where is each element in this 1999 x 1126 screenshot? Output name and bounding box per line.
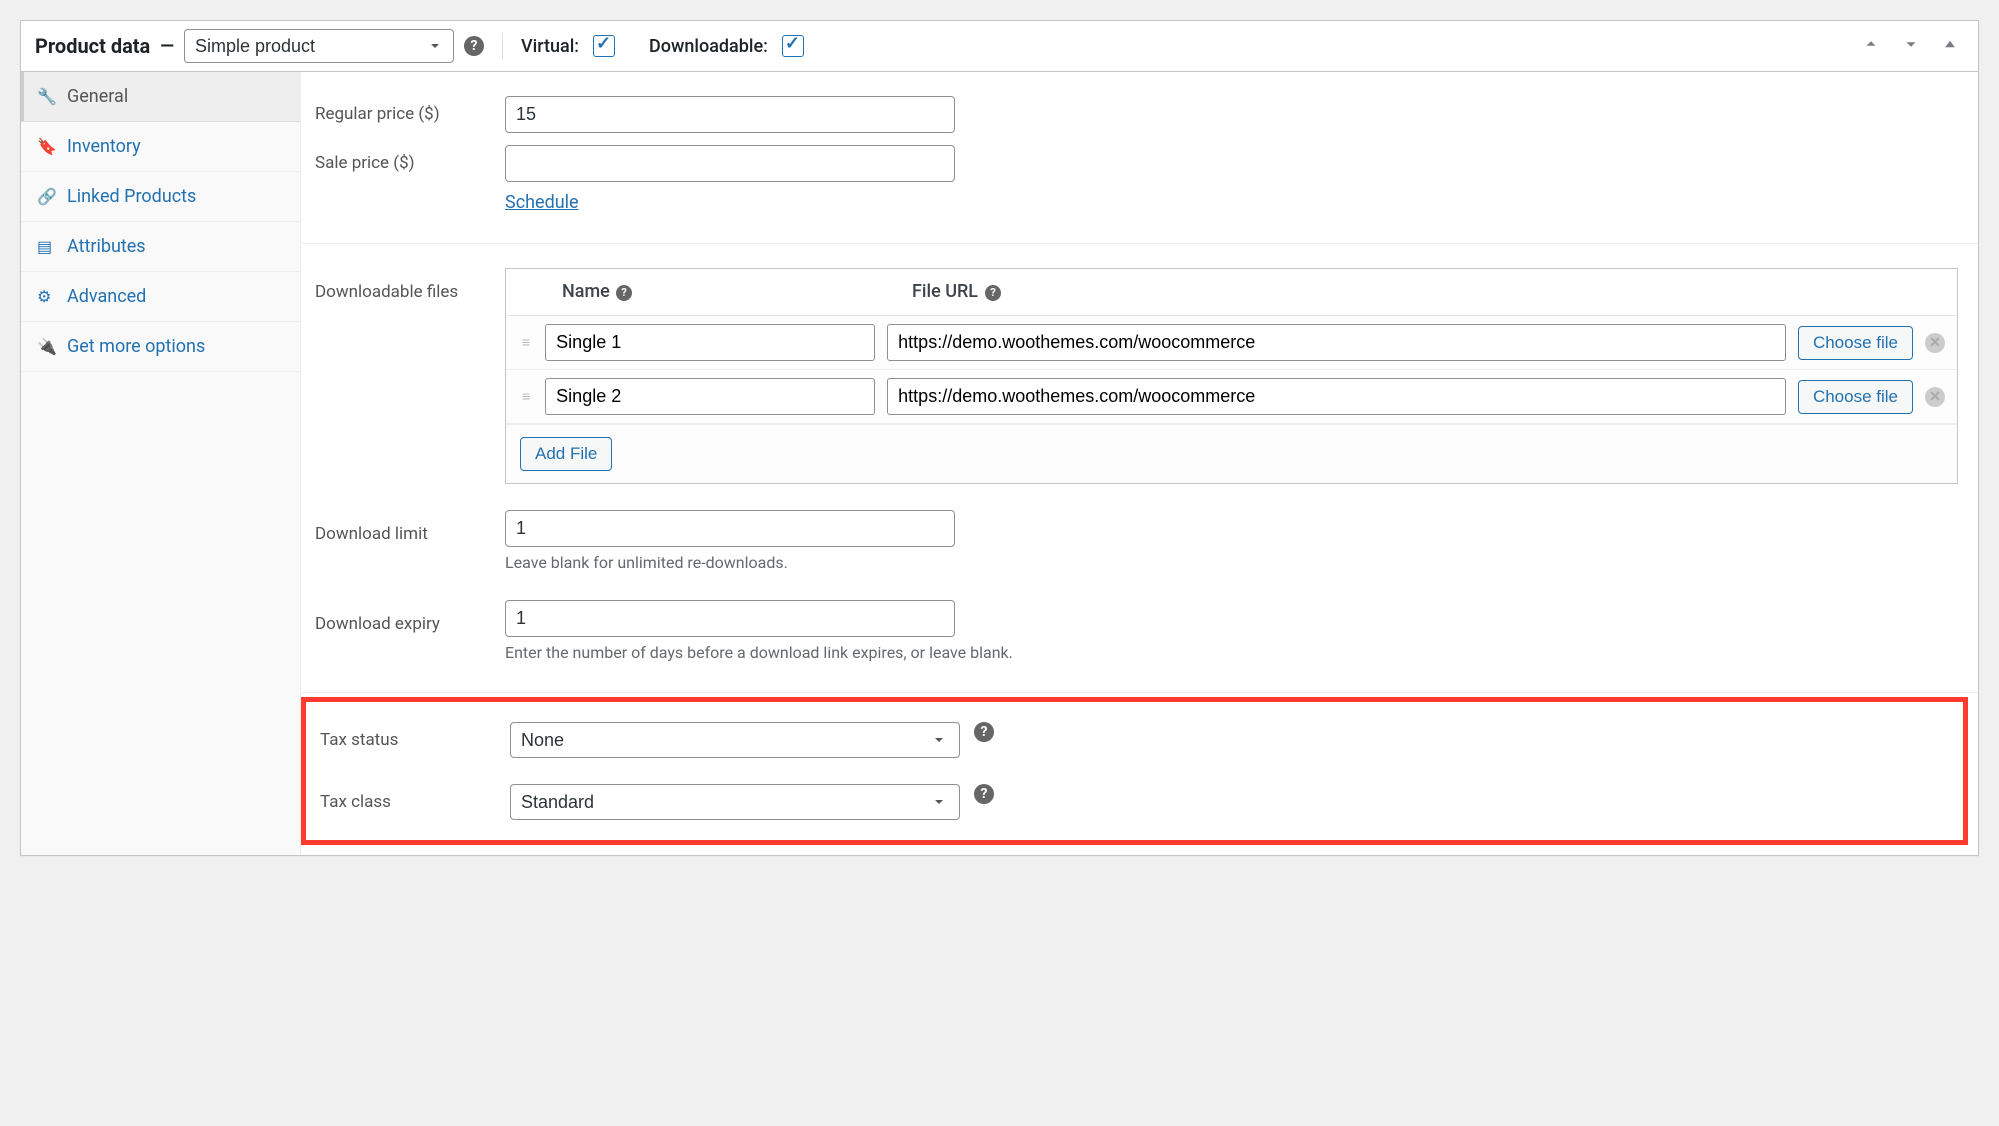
tax-class-label: Tax class (320, 784, 510, 812)
panel-title: Product data (35, 34, 150, 58)
tab-label: Inventory (67, 136, 141, 157)
plug-icon: 🔌 (37, 337, 55, 356)
panel-body: 🔧 General 🔖 Inventory 🔗 Linked Products … (21, 72, 1978, 855)
delete-row-icon[interactable]: ✕ (1925, 387, 1945, 407)
delete-row-icon[interactable]: ✕ (1925, 333, 1945, 353)
link-icon: 🔗 (37, 187, 55, 206)
metabox-header: Product data — Simple product ? Virtual:… (21, 21, 1978, 72)
download-expiry-hint: Enter the number of days before a downlo… (505, 643, 1013, 662)
help-icon[interactable]: ? (616, 285, 632, 301)
table-footer: Add File (506, 424, 1957, 483)
downloadable-files-table: Name ? File URL ? ≡ Choose file ✕ (505, 268, 1958, 484)
chevron-down-icon (1902, 35, 1920, 53)
tab-label: Advanced (67, 286, 146, 307)
gear-icon: ⚙ (37, 287, 55, 306)
tab-general[interactable]: 🔧 General (21, 72, 300, 122)
tax-class-row: Tax class Standard ? (306, 778, 1963, 826)
tab-get-more-options[interactable]: 🔌 Get more options (21, 322, 300, 372)
download-expiry-input[interactable] (505, 600, 955, 637)
download-limit-row: Download limit Leave blank for unlimited… (301, 504, 1978, 578)
product-data-metabox: Product data — Simple product ? Virtual:… (20, 20, 1979, 856)
help-icon[interactable]: ? (974, 784, 994, 804)
download-expiry-row: Download expiry Enter the number of days… (301, 594, 1978, 668)
table-header: Name ? File URL ? (506, 269, 1957, 316)
help-icon[interactable]: ? (464, 36, 484, 56)
tax-class-select[interactable]: Standard (510, 784, 960, 820)
regular-price-row: Regular price ($) (301, 90, 1978, 139)
tab-advanced[interactable]: ⚙ Advanced (21, 272, 300, 322)
move-up-button[interactable] (1856, 31, 1886, 62)
downloadable-label: Downloadable: (649, 36, 768, 57)
drag-handle-icon[interactable]: ≡ (516, 334, 545, 351)
product-type-select[interactable]: Simple product (184, 29, 454, 63)
tab-label: General (67, 86, 128, 107)
sale-price-input[interactable] (505, 145, 955, 182)
tax-status-label: Tax status (320, 722, 510, 750)
file-row: ≡ Choose file ✕ (506, 316, 1957, 370)
file-row: ≡ Choose file ✕ (506, 370, 1957, 424)
col-url-header: File URL (912, 281, 978, 302)
choose-file-button[interactable]: Choose file (1798, 380, 1913, 414)
list-icon: ▤ (37, 237, 55, 256)
downloadable-files-label: Downloadable files (315, 268, 505, 302)
download-limit-label: Download limit (315, 510, 505, 544)
product-data-tabs: 🔧 General 🔖 Inventory 🔗 Linked Products … (21, 72, 301, 855)
regular-price-input[interactable] (505, 96, 955, 133)
download-limit-hint: Leave blank for unlimited re-downloads. (505, 553, 955, 572)
download-limit-input[interactable] (505, 510, 955, 547)
drag-handle-icon[interactable]: ≡ (516, 388, 545, 405)
tab-inventory[interactable]: 🔖 Inventory (21, 122, 300, 172)
help-icon[interactable]: ? (974, 722, 994, 742)
collapse-triangle-icon (1942, 36, 1958, 52)
file-url-input[interactable] (887, 378, 1786, 415)
tax-status-row: Tax status None ? (306, 716, 1963, 764)
choose-file-button[interactable]: Choose file (1798, 326, 1913, 360)
virtual-label: Virtual: (521, 36, 579, 57)
wrench-icon: 🔧 (37, 87, 55, 106)
schedule-link[interactable]: Schedule (505, 192, 579, 213)
sale-price-row: Sale price ($) Schedule (301, 139, 1978, 219)
downloadable-checkbox[interactable] (782, 35, 804, 57)
move-down-button[interactable] (1896, 31, 1926, 62)
file-url-input[interactable] (887, 324, 1786, 361)
tax-status-select[interactable]: None (510, 722, 960, 758)
pricing-group: Regular price ($) Sale price ($) Schedul… (301, 72, 1978, 244)
file-name-input[interactable] (545, 378, 875, 415)
file-name-input[interactable] (545, 324, 875, 361)
col-name-header: Name (562, 281, 610, 302)
tag-icon: 🔖 (37, 137, 55, 156)
tax-highlight: Tax status None ? Tax class Standard (301, 697, 1968, 845)
tab-attributes[interactable]: ▤ Attributes (21, 222, 300, 272)
virtual-checkbox[interactable] (593, 35, 615, 57)
download-expiry-label: Download expiry (315, 600, 505, 634)
tab-linked-products[interactable]: 🔗 Linked Products (21, 172, 300, 222)
chevron-up-icon (1862, 35, 1880, 53)
toggle-panel-button[interactable] (1936, 32, 1964, 61)
tab-label: Get more options (67, 336, 205, 357)
sale-price-label: Sale price ($) (315, 145, 505, 173)
tab-label: Attributes (67, 236, 146, 257)
downloads-group: Downloadable files Name ? File URL ? ≡ (301, 244, 1978, 693)
title-dash: — (160, 36, 174, 57)
help-icon[interactable]: ? (985, 285, 1001, 301)
tab-label: Linked Products (67, 186, 196, 207)
general-panel: Regular price ($) Sale price ($) Schedul… (301, 72, 1978, 855)
add-file-button[interactable]: Add File (520, 437, 612, 471)
regular-price-label: Regular price ($) (315, 96, 505, 124)
divider (502, 33, 503, 59)
